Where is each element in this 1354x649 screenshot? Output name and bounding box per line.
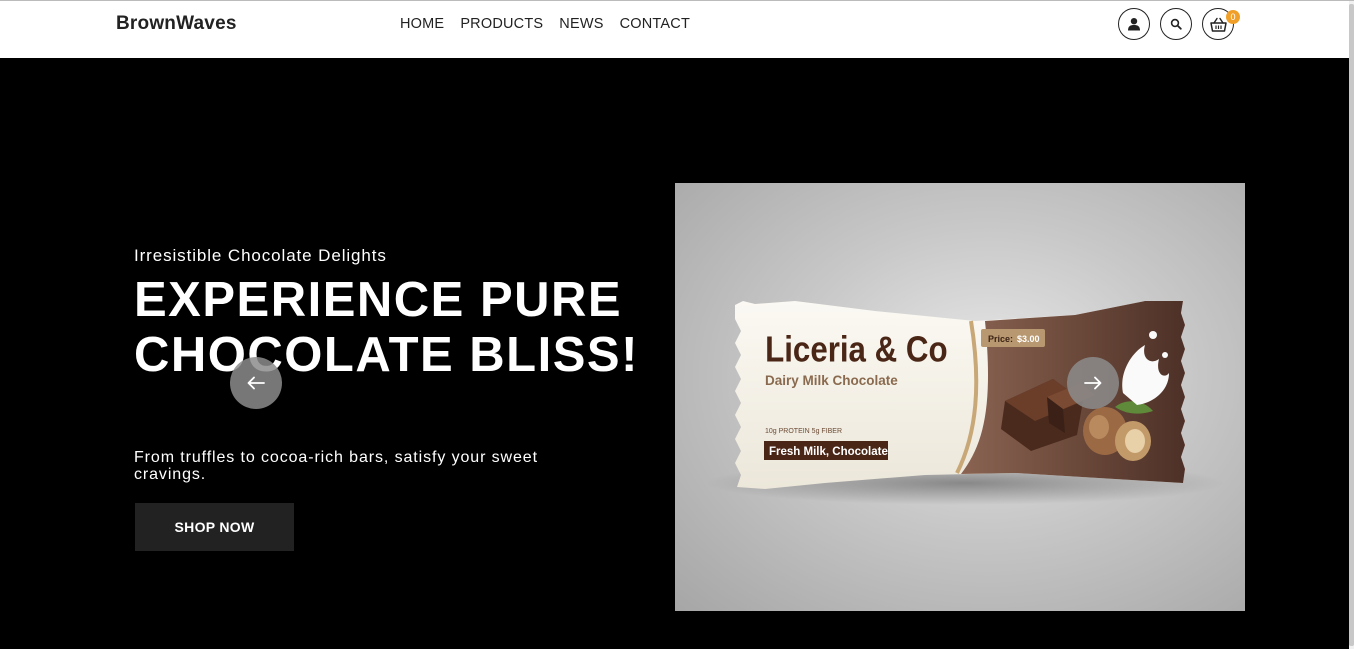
price-label: Price:	[988, 334, 1013, 344]
basket-icon	[1209, 17, 1227, 32]
ingredients-label: Fresh Milk, Chocolate	[769, 446, 888, 458]
nav-news[interactable]: NEWS	[559, 16, 603, 32]
user-icon	[1128, 18, 1140, 31]
carousel-prev-button[interactable]	[230, 357, 282, 409]
nav-products[interactable]: PRODUCTS	[460, 16, 543, 32]
product-image: Liceria & Co Dairy Milk Chocolate Price:…	[675, 183, 1245, 611]
search-button[interactable]	[1160, 8, 1192, 40]
search-icon	[1170, 18, 1182, 30]
scrollbar-thumb[interactable]	[1349, 4, 1354, 646]
price-value: $3.00	[1017, 334, 1040, 344]
hero-subtitle: Irresistible Chocolate Delights	[134, 246, 387, 265]
product-brand: Liceria & Co	[765, 331, 947, 370]
arrow-left-icon	[247, 376, 265, 390]
carousel-next-button[interactable]	[1067, 357, 1119, 409]
site-header: BrownWaves HOME PRODUCTS NEWS CONTACT 0	[0, 1, 1354, 58]
cart-count-badge: 0	[1226, 10, 1240, 24]
account-button[interactable]	[1118, 8, 1150, 40]
main-nav: HOME PRODUCTS NEWS CONTACT	[400, 16, 706, 32]
shop-now-button[interactable]: SHOP NOW	[135, 503, 294, 551]
nav-home[interactable]: HOME	[400, 16, 444, 32]
arrow-right-icon	[1084, 376, 1102, 390]
logo[interactable]: BrownWaves	[116, 13, 237, 35]
product-name: Dairy Milk Chocolate	[765, 373, 898, 388]
nutrition-info: 10g PROTEIN 5g FIBER	[765, 428, 842, 435]
hero-headline: EXPERIENCE PURE CHOCOLATE BLISS!	[134, 273, 639, 382]
hero-description: From truffles to cocoa-rich bars, satisf…	[134, 449, 538, 483]
chocolate-bar-illustration: Liceria & Co Dairy Milk Chocolate Price:…	[705, 301, 1225, 505]
nav-contact[interactable]: CONTACT	[620, 16, 690, 32]
